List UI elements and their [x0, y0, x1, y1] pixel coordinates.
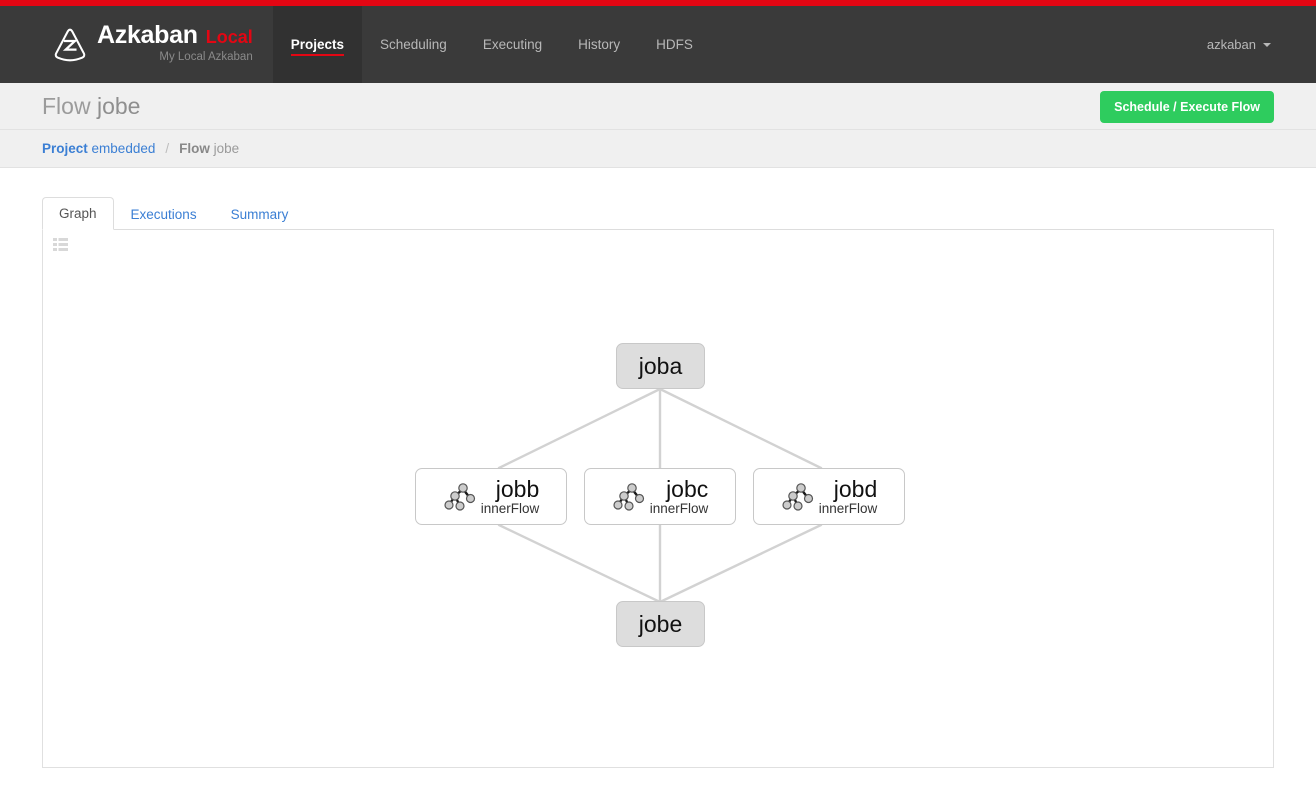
- breadcrumb-separator: /: [165, 141, 170, 156]
- brand-logo[interactable]: Azkaban Local My Local Azkaban: [0, 6, 263, 83]
- flow-node-jobc-subtype: innerFlow: [649, 501, 709, 516]
- nav-item-projects-label: Projects: [290, 37, 345, 52]
- tab-graph[interactable]: Graph: [42, 197, 114, 230]
- main-content: Graph Executions Summary joba jobb inner…: [0, 197, 1316, 768]
- flow-node-jobc-label: jobc: [666, 476, 709, 502]
- nav-item-hdfs[interactable]: HDFS: [638, 6, 711, 83]
- nav-item-scheduling-label: Scheduling: [380, 37, 447, 52]
- nav-item-projects[interactable]: Projects: [272, 6, 363, 83]
- breadcrumb-flow-current: Flow jobe: [179, 141, 239, 156]
- inner-flow-tree-icon: [782, 483, 813, 511]
- nav-item-history-label: History: [578, 37, 621, 52]
- flow-node-joba[interactable]: joba: [616, 343, 705, 389]
- edge-jobb-jobe: [497, 523, 662, 604]
- flow-node-jobc[interactable]: jobc innerFlow: [584, 468, 736, 525]
- flow-node-jobd[interactable]: jobd innerFlow: [753, 468, 905, 525]
- chevron-down-icon: [1263, 42, 1271, 47]
- tab-summary[interactable]: Summary: [214, 198, 306, 230]
- flow-node-jobd-subtype: innerFlow: [818, 501, 878, 516]
- flow-node-jobe[interactable]: jobe: [616, 601, 705, 647]
- flow-node-jobb-subtype: innerFlow: [480, 501, 540, 516]
- tab-bar: Graph Executions Summary: [42, 197, 1274, 230]
- nav-item-history[interactable]: History: [560, 6, 638, 83]
- flow-node-jobe-label: jobe: [638, 610, 683, 637]
- nav-item-executing[interactable]: Executing: [465, 6, 560, 83]
- nav-item-hdfs-label: HDFS: [656, 37, 693, 52]
- page-title-prefix: Flow: [42, 92, 91, 119]
- nav-active-underline: [290, 54, 345, 56]
- flow-node-joba-label: joba: [638, 352, 683, 379]
- inner-flow-tree-icon: [444, 483, 475, 511]
- edge-joba-jobb: [497, 387, 662, 470]
- user-menu-button[interactable]: azkaban: [1207, 37, 1271, 52]
- brand-tagline: My Local Azkaban: [159, 51, 253, 64]
- flow-node-jobb-label: jobb: [495, 476, 540, 502]
- tab-executions[interactable]: Executions: [114, 198, 214, 230]
- graph-canvas[interactable]: joba jobb innerFlow jobc innerFlow jobd …: [43, 230, 1273, 767]
- brand-env: Local: [205, 27, 253, 48]
- page-title-name: jobe: [96, 92, 141, 119]
- breadcrumb-project-name: embedded: [91, 141, 156, 156]
- user-menu-label: azkaban: [1206, 37, 1256, 52]
- nav-item-executing-label: Executing: [482, 37, 543, 52]
- page-header: Flow jobe Schedule / Execute Flow: [0, 83, 1316, 130]
- edge-joba-jobd: [658, 387, 823, 470]
- breadcrumb: Project embedded / Flow jobe: [0, 130, 1316, 168]
- edge-jobd-jobe: [658, 523, 823, 604]
- main-navbar: Azkaban Local My Local Azkaban Projects …: [0, 6, 1316, 83]
- schedule-execute-flow-button[interactable]: Schedule / Execute Flow: [1100, 91, 1274, 123]
- brand-name: Azkaban: [97, 21, 198, 50]
- flow-node-jobd-label: jobd: [833, 476, 878, 502]
- flow-node-jobb[interactable]: jobb innerFlow: [415, 468, 567, 525]
- azkaban-triangle-z-logo-icon: [54, 28, 86, 61]
- breadcrumb-flow-label: Flow: [179, 141, 210, 156]
- flow-graph-panel: joba jobb innerFlow jobc innerFlow jobd …: [42, 230, 1274, 768]
- nav-item-scheduling[interactable]: Scheduling: [362, 6, 465, 83]
- inner-flow-tree-icon: [613, 483, 644, 511]
- breadcrumb-project-link[interactable]: Project embedded: [42, 141, 155, 156]
- navbar-right: azkaban: [1207, 6, 1316, 83]
- breadcrumb-project-label: Project: [42, 141, 88, 156]
- breadcrumb-flow-name: jobe: [213, 141, 240, 156]
- nav-links: Projects Scheduling Executing History HD…: [272, 6, 711, 83]
- page-title: Flow jobe: [42, 93, 140, 120]
